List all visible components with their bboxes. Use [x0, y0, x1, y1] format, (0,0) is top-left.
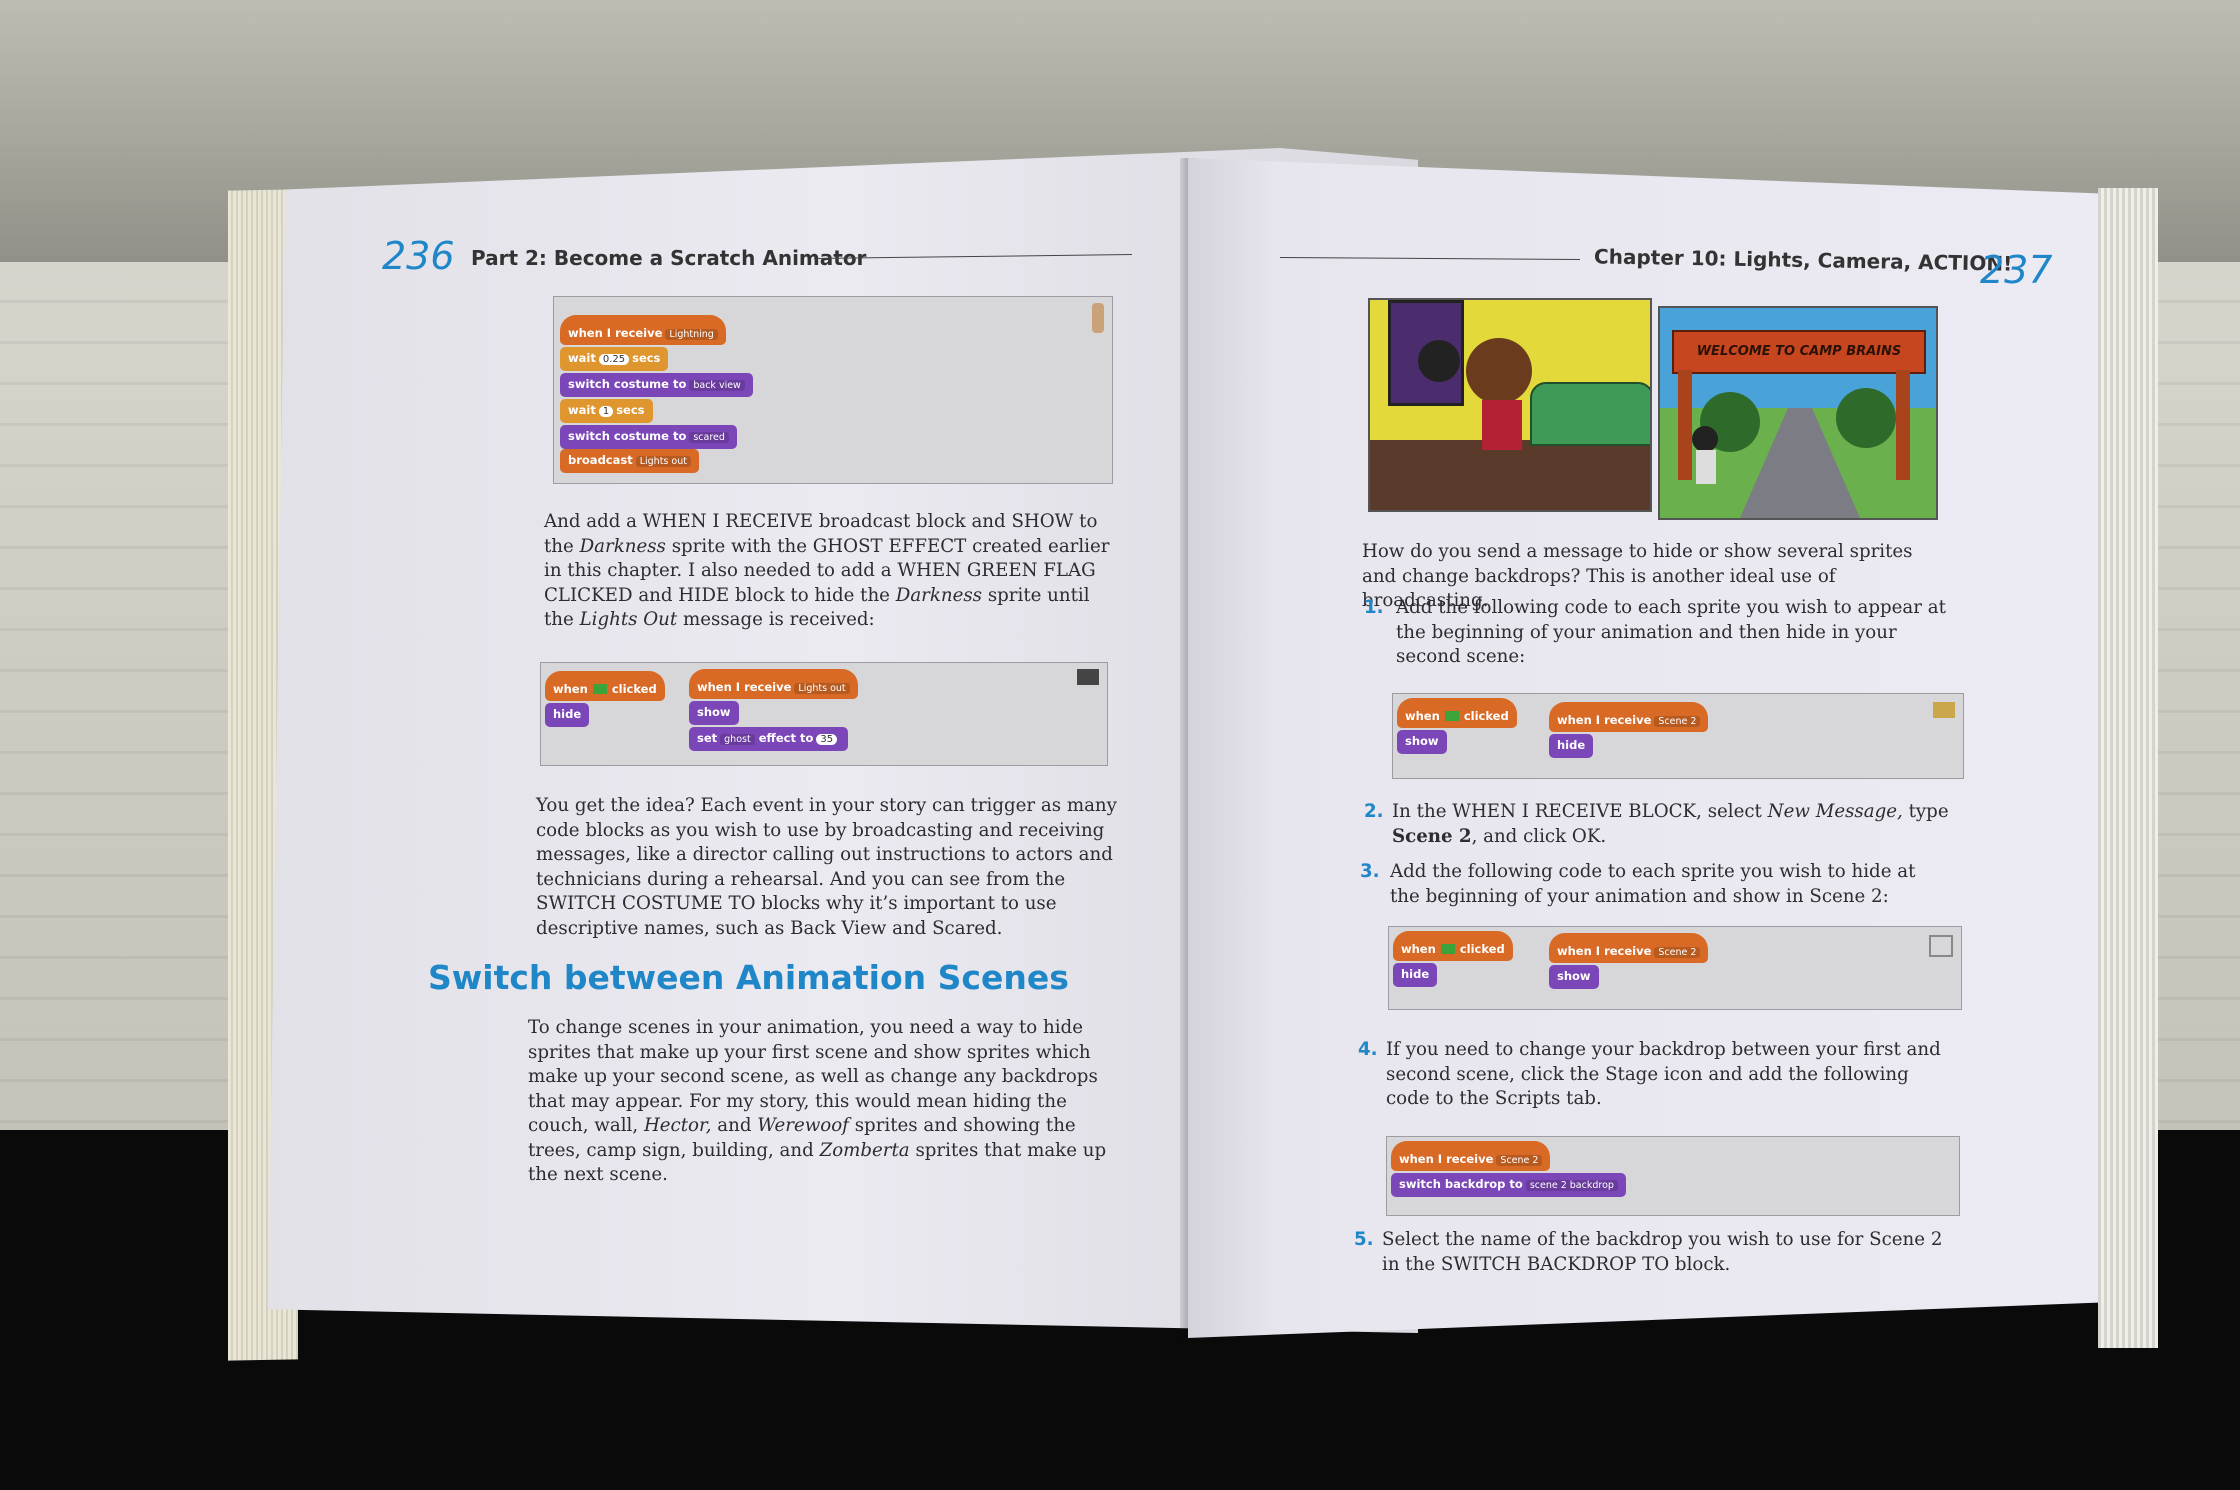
floor-shape	[1370, 440, 1650, 510]
page-edges-right	[2098, 188, 2158, 1348]
open-book: 236 Part 2: Become a Scratch Animator wh…	[228, 148, 2158, 1361]
code-screenshot-1: when I receive Lightning wait 0.25 secs swi…	[553, 296, 1113, 484]
hide-block: hide	[545, 703, 590, 727]
werewoof-face	[1418, 340, 1460, 382]
switch-costume-block: switch costume to back view	[560, 373, 753, 397]
section-heading: Switch between Animation Scenes	[428, 958, 1069, 997]
when-i-receive-block: when I receive Scene 2	[1549, 702, 1709, 732]
switch-costume-block: switch costume to scared	[560, 425, 737, 449]
show-block: show	[689, 701, 739, 725]
when-i-receive-block: when I receive Lightning	[560, 315, 726, 345]
page-number-left: 236	[382, 234, 455, 278]
zomberta-body	[1696, 450, 1716, 484]
broadcast-block: broadcast Lights out	[560, 449, 699, 473]
hide-block: hide	[1549, 734, 1594, 758]
show-block: show	[1549, 965, 1599, 989]
hector-head	[1466, 338, 1532, 404]
step-1-text: Add the following code to each sprite yo…	[1396, 597, 1946, 667]
step-3-text: Add the following code to each sprite yo…	[1390, 861, 1916, 907]
wait-block: wait 1 secs	[560, 399, 653, 423]
when-i-receive-block: when I receive Scene 2	[1391, 1141, 1551, 1171]
sprite-thumbnail-icon	[1933, 702, 1955, 718]
when-flag-clicked-block: when clicked	[1393, 931, 1513, 961]
step-5-text: Select the name of the backdrop you wish…	[1382, 1229, 1943, 1275]
code-screenshot-5: when I receive Scene 2 switch backdrop to…	[1386, 1136, 1960, 1216]
step-3-number: 3.	[1360, 861, 1380, 882]
show-block: show	[1397, 730, 1447, 754]
when-flag-clicked-block: when clicked	[1397, 698, 1517, 728]
code-screenshot-4: when clicked hide when I receive Scene 2 s…	[1388, 926, 1962, 1010]
set-effect-block: set ghost effect to 35	[689, 727, 849, 751]
when-i-receive-block: when I receive Lights out	[689, 669, 858, 699]
when-i-receive-block: when I receive Scene 2	[1549, 933, 1709, 963]
sign-post-right	[1896, 370, 1910, 480]
step-2-text: In the WHEN I RECEIVE BLOCK, select New …	[1392, 801, 1949, 847]
paragraph-broadcast: You get the idea? Each event in your sto…	[536, 795, 1117, 939]
sign-post-left	[1678, 370, 1692, 480]
wait-block: wait 0.25 secs	[560, 347, 669, 371]
code-screenshot-2: when clicked hide when I receive Lights ou…	[540, 662, 1108, 766]
paragraph-darkness: And add a WHEN I RECEIVE broadcast block…	[544, 511, 1110, 630]
sprite-thumbnail-icon	[1077, 669, 1099, 685]
scene-1-illustration	[1368, 298, 1652, 512]
green-flag-icon	[1444, 711, 1459, 721]
hide-block: hide	[1393, 963, 1438, 987]
couch-shape	[1530, 382, 1650, 446]
green-flag-icon	[592, 684, 607, 694]
paragraph-scenes: To change scenes in your animation, you …	[528, 1017, 1107, 1185]
hector-body	[1482, 400, 1522, 450]
code-screenshot-3: when clicked show when I receive Scene 2 h…	[1392, 693, 1964, 779]
sprite-thumbnail-icon	[1929, 935, 1953, 957]
zomberta-head	[1692, 426, 1718, 452]
sprite-thumbnail-icon	[1092, 303, 1104, 333]
green-flag-icon	[1440, 944, 1455, 954]
tree-shape	[1836, 388, 1896, 448]
step-1-number: 1.	[1364, 597, 1384, 618]
switch-backdrop-block: switch backdrop to scene 2 backdrop	[1391, 1173, 1626, 1197]
page-number-right: 237	[1980, 248, 2053, 292]
when-flag-clicked-block: when clicked	[545, 671, 665, 701]
running-header-left: Part 2: Become a Scratch Animator	[471, 246, 867, 270]
step-4-text: If you need to change your backdrop betw…	[1386, 1039, 1941, 1109]
camp-sign: WELCOME TO CAMP BRAINS	[1672, 330, 1926, 374]
scene-2-illustration: WELCOME TO CAMP BRAINS	[1658, 306, 1938, 520]
